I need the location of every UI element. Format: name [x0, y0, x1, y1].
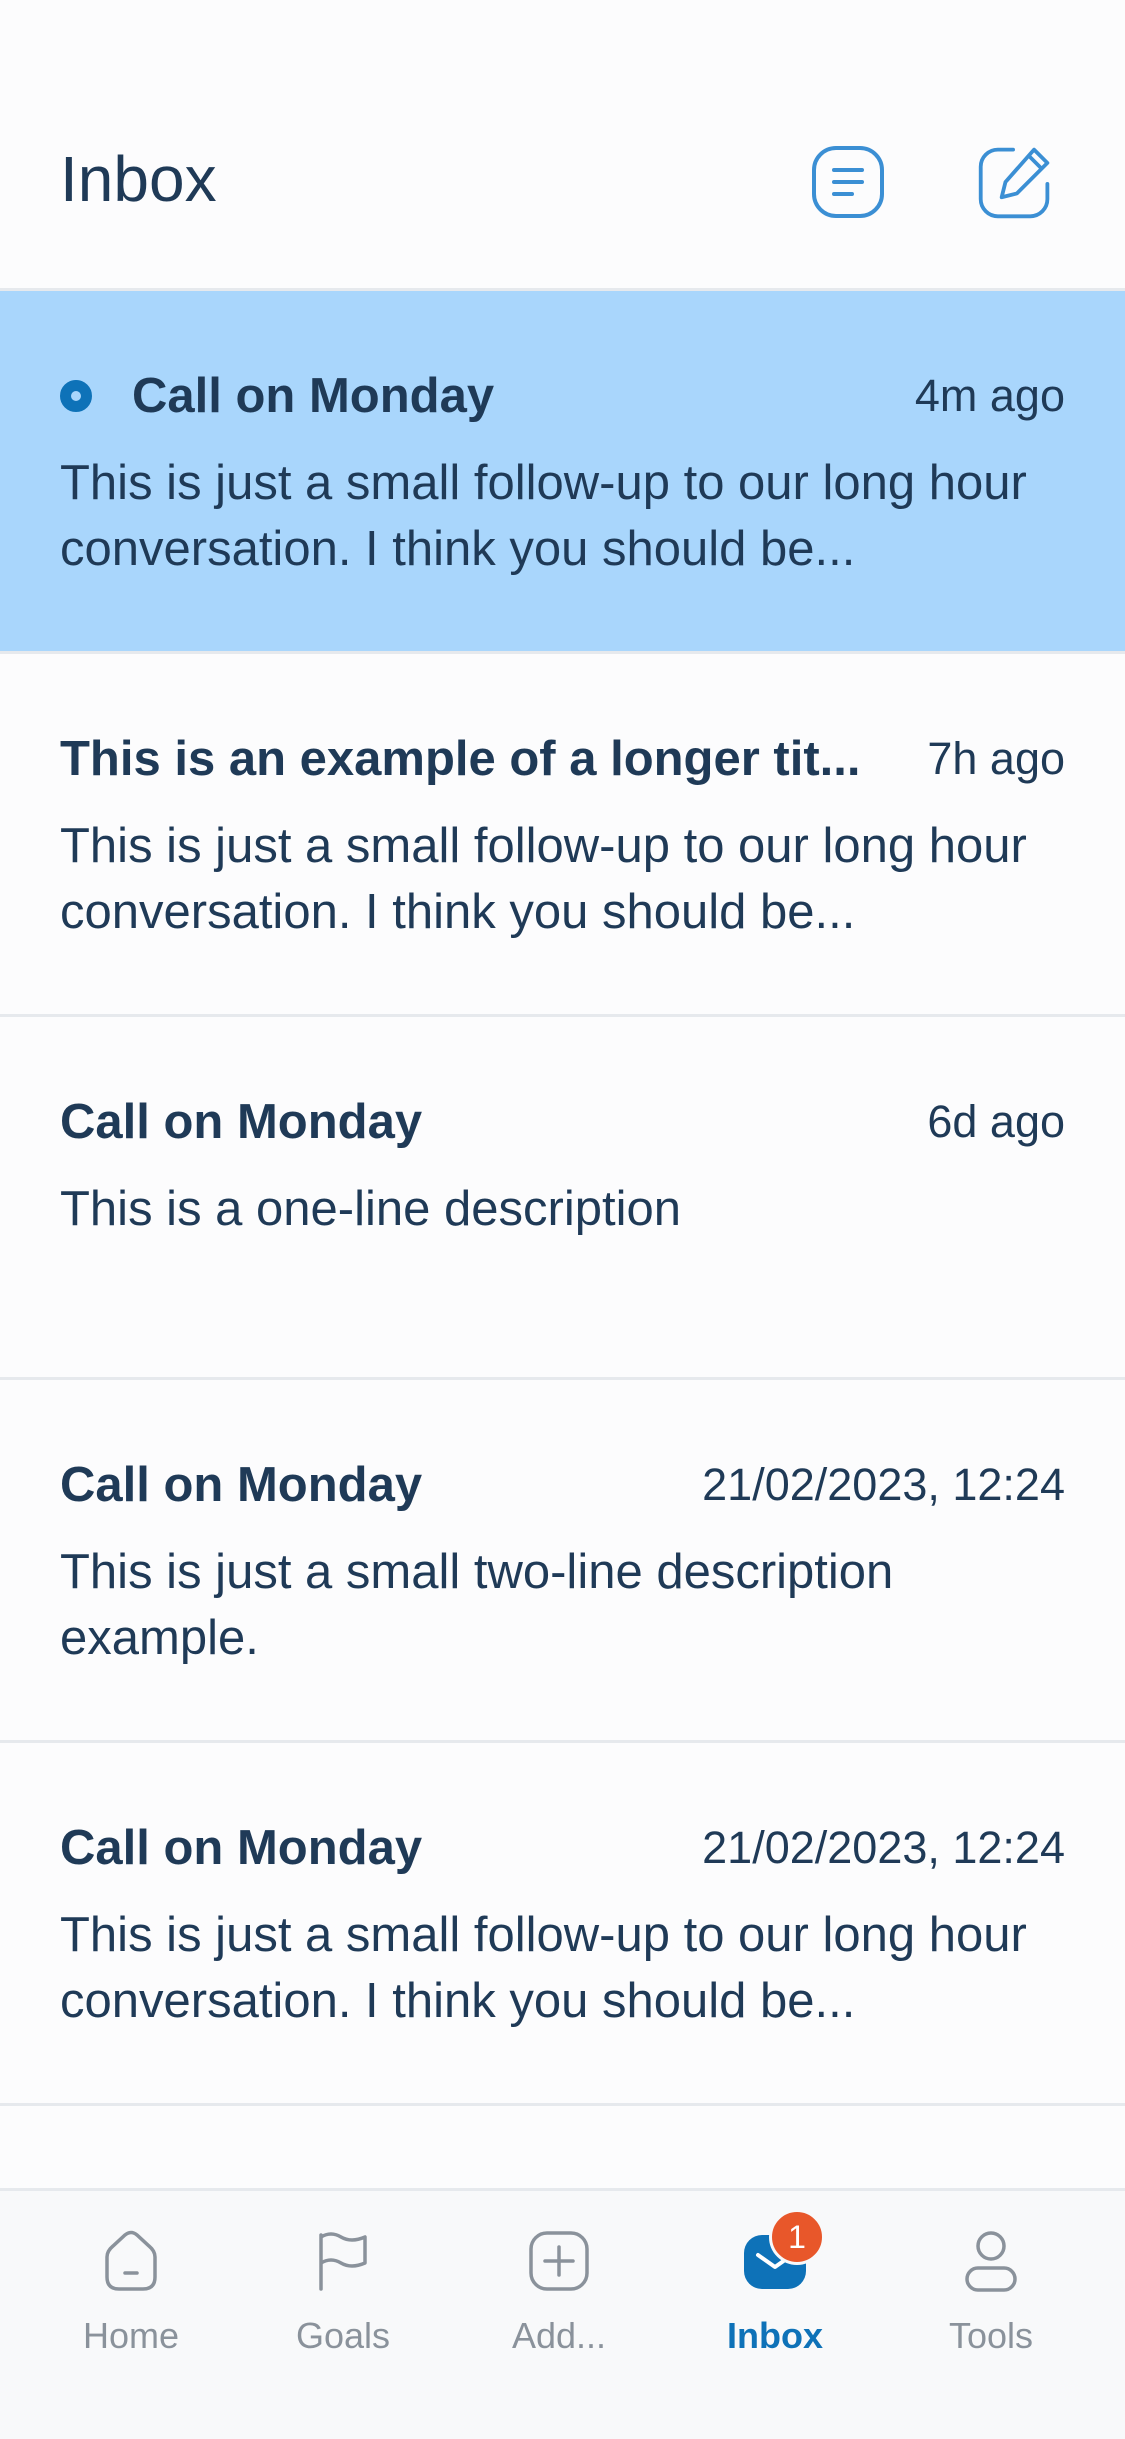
message-item[interactable]: Call on Monday 21/02/2023, 12:24 This is… — [0, 1380, 1125, 1743]
tab-label: Tools — [948, 2315, 1034, 2356]
edit-icon — [978, 147, 1050, 219]
message-preview: This is a one-line description — [60, 1182, 681, 1236]
header: Inbox — [0, 0, 1125, 291]
message-item[interactable]: Call on Monday 21/02/2023, 12:24 This is… — [0, 1743, 1125, 2106]
tab-label: Home — [82, 2315, 180, 2356]
message-item[interactable]: Call on Monday 6d ago This is a one-line… — [0, 1017, 1125, 1380]
compose-button[interactable] — [975, 142, 1055, 222]
list-icon — [812, 146, 884, 218]
message-item-partial[interactable]: Call on Monday — [0, 2106, 1125, 2186]
message-item[interactable]: Call on Monday 4m ago This is just a sma… — [0, 291, 1125, 654]
message-title: Call on Monday — [60, 1458, 423, 1512]
message-time: 4m ago — [914, 370, 1065, 421]
message-time: 7h ago — [927, 733, 1065, 784]
message-list: Call on Monday 4m ago This is just a sma… — [0, 291, 1125, 2106]
message-preview: This is just a small follow-up to our lo… — [60, 819, 1027, 939]
message-time: 21/02/2023, 12:24 — [702, 1459, 1065, 1510]
message-preview: This is just a small two-line descriptio… — [60, 1545, 894, 1665]
tab-bar: Home Goals Add... 1 Inbox Tools — [0, 2188, 1125, 2439]
message-title: Call on Monday — [60, 1095, 423, 1149]
tab-label: Add... — [511, 2315, 607, 2356]
flag-icon — [319, 2232, 367, 2291]
message-item[interactable]: This is an example of a longer tit... 7h… — [0, 654, 1125, 1017]
tab-label: Goals — [295, 2315, 391, 2356]
home-icon — [105, 2230, 157, 2291]
filter-button[interactable] — [808, 142, 888, 222]
message-title: Call on Monday — [132, 369, 495, 423]
tab-home[interactable]: Home — [31, 2191, 231, 2391]
message-preview: This is just a small follow-up to our lo… — [60, 1908, 1027, 2028]
message-preview: This is just a small follow-up to our lo… — [60, 456, 1027, 576]
add-icon — [529, 2231, 589, 2291]
tab-inbox[interactable]: 1 Inbox — [675, 2191, 875, 2391]
message-time: 6d ago — [927, 1096, 1065, 1147]
page-title: Inbox — [60, 143, 217, 215]
message-title: This is an example of a longer tit... — [60, 732, 861, 786]
tab-add[interactable]: Add... — [459, 2191, 659, 2391]
user-icon — [965, 2231, 1017, 2292]
notification-badge: 1 — [769, 2209, 825, 2265]
message-time: 21/02/2023, 12:24 — [702, 1822, 1065, 1873]
tab-label: Inbox — [727, 2315, 823, 2356]
message-title: Call on Monday — [60, 1821, 423, 1875]
unread-indicator-icon — [60, 380, 92, 412]
tab-tools[interactable]: Tools — [891, 2191, 1091, 2391]
tab-goals[interactable]: Goals — [243, 2191, 443, 2391]
message-title: Call on Monday — [60, 2178, 422, 2186]
